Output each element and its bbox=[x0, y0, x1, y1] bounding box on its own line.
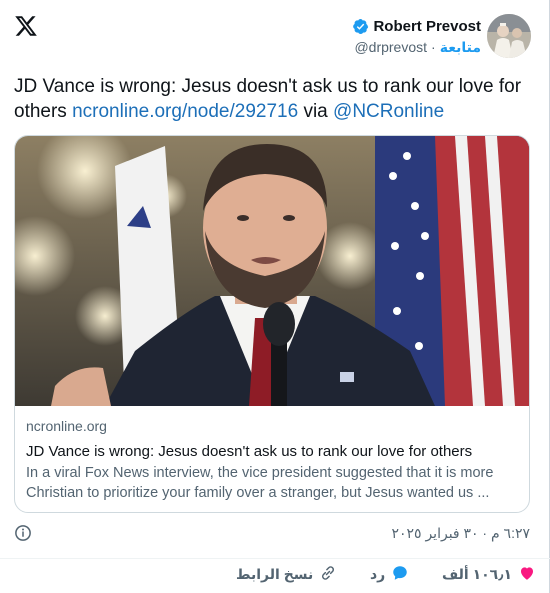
follow-button[interactable]: متابعة bbox=[440, 39, 481, 56]
reply-bubble-icon bbox=[391, 564, 409, 585]
link-card[interactable]: ncronline.org JD Vance is wrong: Jesus d… bbox=[14, 135, 530, 513]
timestamp-row: ٦:٢٧ م · ٣٠ فبراير ٢٠٢٥ bbox=[14, 522, 530, 544]
x-logo-icon[interactable] bbox=[14, 14, 38, 38]
like-count: ١٠٦٫١ ألف bbox=[441, 566, 512, 582]
reply-label: رد bbox=[370, 566, 386, 582]
card-image[interactable] bbox=[15, 136, 529, 406]
tweet-embed: Robert Prevost @drprevost · متابعة JD Va… bbox=[0, 0, 550, 593]
author-meta: @drprevost · متابعة bbox=[352, 39, 481, 56]
tweet-mention[interactable]: @NCRonline bbox=[333, 101, 444, 122]
timestamp[interactable]: ٦:٢٧ م · ٣٠ فبراير ٢٠٢٥ bbox=[391, 525, 530, 542]
info-icon[interactable] bbox=[14, 524, 32, 542]
like-button[interactable]: ١٠٦٫١ ألف bbox=[442, 564, 536, 585]
reply-button[interactable]: رد bbox=[370, 564, 409, 585]
author-handle[interactable]: @drprevost bbox=[354, 39, 427, 56]
action-bar: نسخ الرابط رد ١٠٦٫١ ألف bbox=[0, 558, 550, 590]
author-block[interactable]: Robert Prevost @drprevost · متابعة bbox=[352, 14, 531, 64]
tweet-link[interactable]: ncronline.org/node/292716 bbox=[72, 101, 298, 122]
card-title[interactable]: JD Vance is wrong: Jesus doesn't ask us … bbox=[26, 442, 520, 461]
tweet-via: via bbox=[303, 101, 328, 122]
card-body: ncronline.org JD Vance is wrong: Jesus d… bbox=[15, 406, 529, 503]
author-text: Robert Prevost @drprevost · متابعة bbox=[352, 14, 481, 56]
author-name[interactable]: Robert Prevost bbox=[373, 18, 481, 35]
avatar[interactable] bbox=[487, 14, 531, 58]
tweet-text: JD Vance is wrong: Jesus doesn't ask us … bbox=[14, 74, 534, 124]
heart-icon bbox=[518, 564, 536, 585]
link-icon bbox=[319, 564, 337, 585]
meta-separator: · bbox=[431, 39, 436, 55]
verified-badge-icon bbox=[352, 18, 369, 35]
card-domain: ncronline.org bbox=[26, 418, 107, 434]
author-name-row: Robert Prevost bbox=[352, 18, 481, 35]
card-description: In a viral Fox News interview, the vice … bbox=[26, 465, 494, 501]
copy-link-button[interactable]: نسخ الرابط bbox=[236, 564, 337, 585]
copy-link-label: نسخ الرابط bbox=[236, 566, 314, 582]
